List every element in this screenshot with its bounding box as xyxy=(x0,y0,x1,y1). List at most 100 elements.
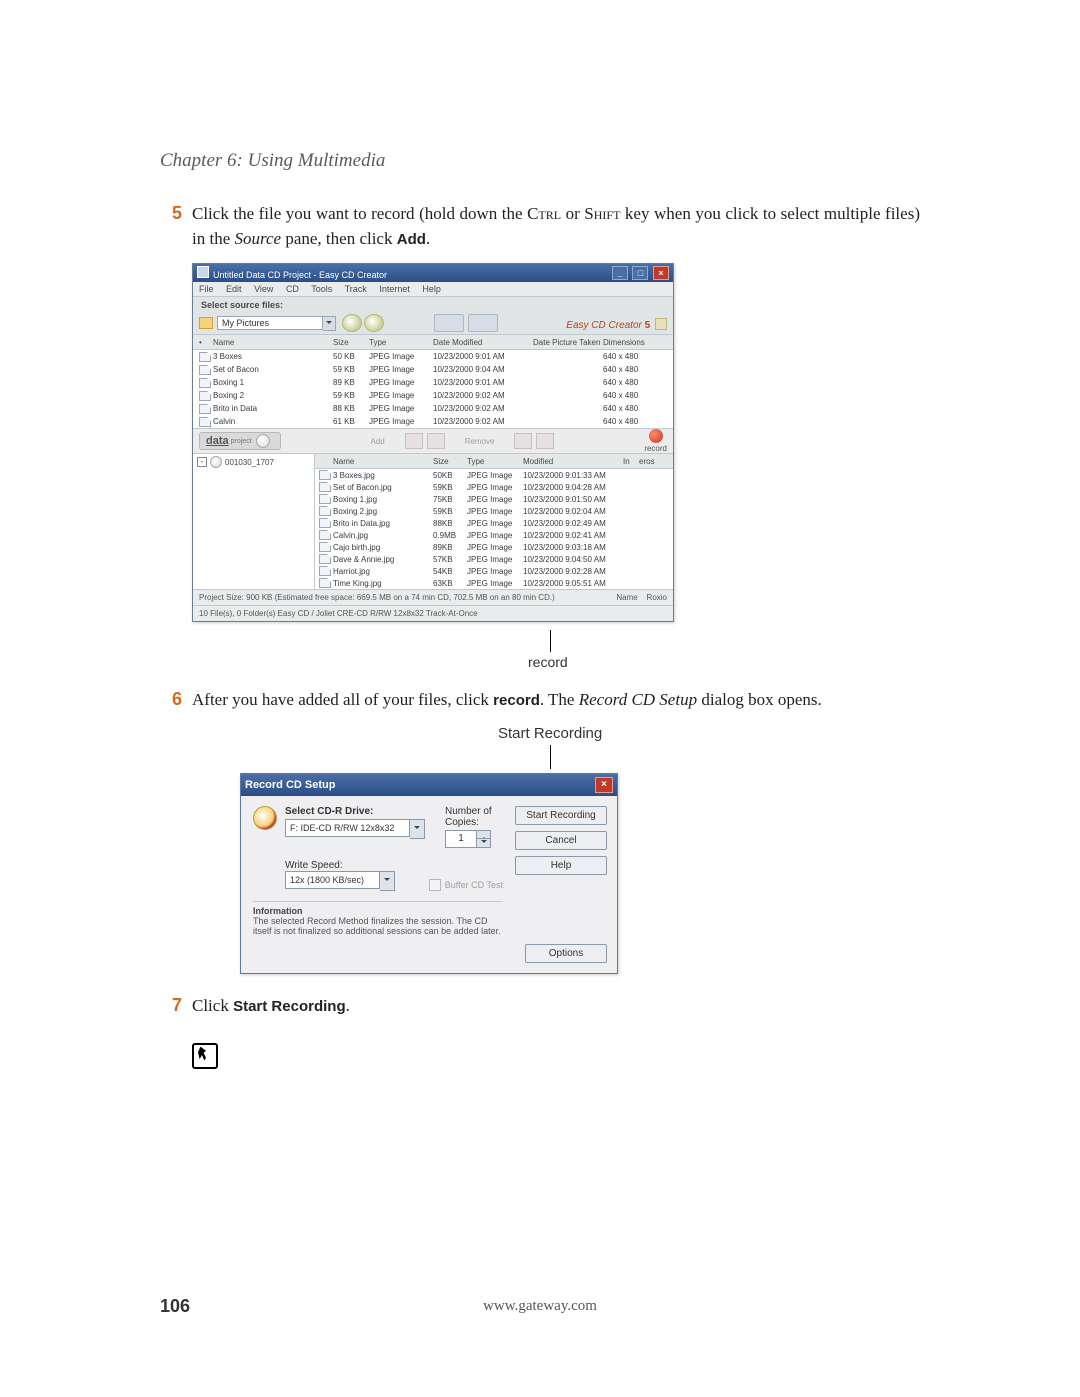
spin-up-icon[interactable] xyxy=(477,830,491,839)
record-button[interactable]: record xyxy=(644,429,667,453)
record-icon xyxy=(649,429,663,443)
menu-item[interactable]: Internet xyxy=(379,284,410,294)
cd-button[interactable] xyxy=(364,314,384,332)
list-item[interactable]: Boxing 2.jpg59KBJPEG Image10/23/2000 9:0… xyxy=(315,505,673,517)
menu-item[interactable]: CD xyxy=(286,284,299,294)
minimize-button[interactable]: _ xyxy=(612,266,628,280)
dialog-titlebar[interactable]: Record CD Setup × xyxy=(241,774,617,796)
list-item[interactable]: Dave & Annie.jpg57KBJPEG Image10/23/2000… xyxy=(315,553,673,565)
cell-size: 61 KB xyxy=(333,417,369,426)
cd-button[interactable] xyxy=(342,314,362,332)
step-number: 5 xyxy=(160,203,182,251)
list-item[interactable]: 3 Boxes.jpg50KBJPEG Image10/23/2000 9:01… xyxy=(315,469,673,481)
file-icon xyxy=(319,470,331,480)
cell-type: JPEG Image xyxy=(467,555,523,564)
menu-item[interactable]: Track xyxy=(345,284,367,294)
cell-type: JPEG Image xyxy=(467,483,523,492)
copies-spinner[interactable]: 1 xyxy=(445,830,503,848)
list-item[interactable]: 3 Boxes50 KBJPEG Image10/23/2000 9:01 AM… xyxy=(193,350,673,363)
options-button[interactable]: Options xyxy=(525,944,607,963)
col-dimensions[interactable]: Dimensions xyxy=(603,338,663,347)
record-word: record xyxy=(493,692,540,709)
cell-type: JPEG Image xyxy=(369,378,433,387)
toolbar-button[interactable] xyxy=(514,433,532,449)
menu-item[interactable]: File xyxy=(199,284,214,294)
source-path-field[interactable]: My Pictures xyxy=(217,316,323,330)
col-name[interactable]: Name xyxy=(213,338,333,347)
copies-value[interactable]: 1 xyxy=(445,830,477,848)
list-item[interactable]: Boxing 189 KBJPEG Image10/23/2000 9:01 A… xyxy=(193,376,673,389)
list-item[interactable]: Brito in Data88 KBJPEG Image10/23/2000 9… xyxy=(193,402,673,415)
col-type[interactable]: Type xyxy=(369,338,433,347)
titlebar[interactable]: Untitled Data CD Project - Easy CD Creat… xyxy=(193,264,673,282)
chapter-header: Chapter 6: Using Multimedia xyxy=(160,150,920,172)
dropdown-icon[interactable] xyxy=(410,819,425,839)
help-button[interactable]: Help xyxy=(515,856,607,875)
start-recording-button[interactable]: Start Recording xyxy=(515,806,607,825)
cell-name: Dave & Annie.jpg xyxy=(333,555,433,564)
toolbar-button[interactable] xyxy=(434,314,464,332)
pcol-in[interactable]: In xyxy=(623,457,639,466)
speed-combo[interactable]: 12x (1800 KB/sec) xyxy=(285,871,395,891)
cancel-button[interactable]: Cancel xyxy=(515,831,607,850)
maximize-button[interactable]: □ xyxy=(632,266,648,280)
cell-type: JPEG Image xyxy=(467,495,523,504)
pcol-size[interactable]: Size xyxy=(433,457,467,466)
tree-toggle-icon[interactable]: - xyxy=(197,457,207,467)
dropdown-icon[interactable] xyxy=(380,871,395,891)
pcol-type[interactable]: Type xyxy=(467,457,523,466)
tree-root[interactable]: - 001030_1707 xyxy=(197,456,310,468)
cell-size: 59KB xyxy=(433,507,467,516)
menu-item[interactable]: Edit xyxy=(226,284,242,294)
key-ctrl: Ctrl xyxy=(527,204,561,223)
cell-type: JPEG Image xyxy=(467,507,523,516)
cell-size: 89 KB xyxy=(333,378,369,387)
spin-down-icon[interactable] xyxy=(477,838,491,848)
toolbar-button[interactable] xyxy=(405,433,423,449)
list-item[interactable]: Set of Bacon59 KBJPEG Image10/23/2000 9:… xyxy=(193,363,673,376)
cell-name: Set of Bacon.jpg xyxy=(333,483,433,492)
cell-name: Brito in Data.jpg xyxy=(333,519,433,528)
toolbar-button[interactable] xyxy=(536,433,554,449)
menu-item[interactable]: View xyxy=(254,284,273,294)
menu-item[interactable]: Help xyxy=(422,284,441,294)
cd-icon xyxy=(253,806,277,830)
list-item[interactable]: Harriot.jpg54KBJPEG Image10/23/2000 9:02… xyxy=(315,565,673,577)
t: Click the file you want to record (hold … xyxy=(192,204,527,223)
col-modified[interactable]: Date Modified xyxy=(433,338,533,347)
col-size[interactable]: Size xyxy=(333,338,369,347)
list-item[interactable]: Brito in Data.jpg88KBJPEG Image10/23/200… xyxy=(315,517,673,529)
list-item[interactable]: Calvin61 KBJPEG Image10/23/2000 9:02 AM6… xyxy=(193,415,673,428)
list-item[interactable]: Calvin.jpg0.9MBJPEG Image10/23/2000 9:02… xyxy=(315,529,673,541)
cell-name: Boxing 2 xyxy=(213,391,333,400)
buffer-checkbox[interactable]: Buffer CD Test xyxy=(429,879,503,891)
cell-size: 50KB xyxy=(433,471,467,480)
callout-start-recording: Start Recording xyxy=(240,725,640,765)
t: Click xyxy=(192,996,233,1015)
step-number: 7 xyxy=(160,995,182,1019)
drive-combo[interactable]: F: IDE-CD R/RW 12x8x32 xyxy=(285,819,425,839)
list-item[interactable]: Set of Bacon.jpg59KBJPEG Image10/23/2000… xyxy=(315,481,673,493)
col-taken[interactable]: Date Picture Taken xyxy=(533,338,603,347)
toolbar-button[interactable] xyxy=(468,314,498,332)
cell-type: JPEG Image xyxy=(467,579,523,588)
project-tree[interactable]: - 001030_1707 xyxy=(193,454,315,589)
menu-item[interactable]: Tools xyxy=(311,284,332,294)
cell-modified: 10/23/2000 9:01:50 AM xyxy=(523,495,623,504)
close-button[interactable]: × xyxy=(595,777,613,793)
pcol-modified[interactable]: Modified xyxy=(523,457,623,466)
pcol-eros[interactable]: eros xyxy=(639,457,669,466)
record-button-label: record xyxy=(644,444,667,453)
toolbar-button[interactable] xyxy=(427,433,445,449)
list-item[interactable]: Boxing 259 KBJPEG Image10/23/2000 9:02 A… xyxy=(193,389,673,402)
list-item[interactable]: Cajo birth.jpg89KBJPEG Image10/23/2000 9… xyxy=(315,541,673,553)
drive-label: Select CD-R Drive: xyxy=(285,806,425,817)
list-item[interactable]: Boxing 1.jpg75KBJPEG Image10/23/2000 9:0… xyxy=(315,493,673,505)
cell-modified: 10/23/2000 9:01 AM xyxy=(433,378,533,387)
close-button[interactable]: × xyxy=(653,266,669,280)
source-path-dropdown[interactable] xyxy=(323,316,336,331)
list-item[interactable]: Time King.jpg63KBJPEG Image10/23/2000 9:… xyxy=(315,577,673,589)
cell-size: 57KB xyxy=(433,555,467,564)
project-label[interactable]: data project xyxy=(199,432,281,450)
pcol-name[interactable]: Name xyxy=(333,457,433,466)
